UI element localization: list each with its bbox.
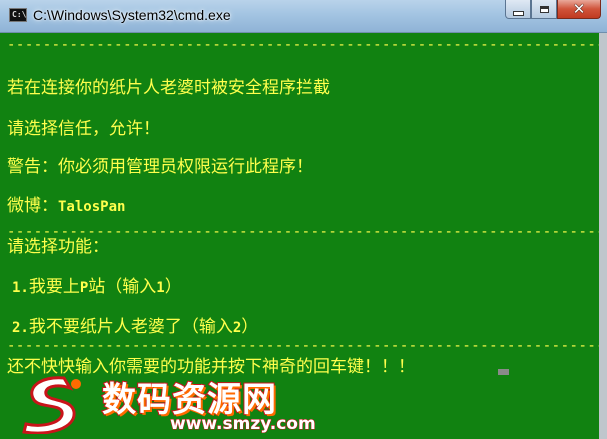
close-button[interactable]: ✕ xyxy=(557,0,601,19)
window-controls: ✕ xyxy=(505,0,601,20)
weibo-handle: TalosPan xyxy=(58,199,126,215)
option-2-close: ） xyxy=(241,317,259,337)
text-cursor xyxy=(498,369,509,375)
title-bar[interactable]: C:\ C:\Windows\System32\cmd.exe ✕ xyxy=(0,0,607,33)
option-1-text: 1.我要上P站（输入1） xyxy=(12,276,182,299)
maximize-icon xyxy=(539,5,549,13)
blocked-warning-text: 若在连接你的纸片人老婆时被安全程序拦截 xyxy=(7,78,330,98)
console-scrollbar[interactable] xyxy=(599,33,607,439)
separator-line: ----------------------------------------… xyxy=(7,338,599,354)
weibo-label: 微博： xyxy=(7,196,58,216)
maximize-button[interactable] xyxy=(531,0,557,19)
minimize-icon xyxy=(512,10,524,16)
choose-function-text: 请选择功能： xyxy=(7,237,109,257)
option-2-number: 2. xyxy=(12,320,29,336)
console-app-icon[interactable]: C:\ xyxy=(9,8,27,22)
option-1-label: 我要上 xyxy=(28,277,80,297)
weibo-line: 微博：TalosPan xyxy=(7,195,125,218)
minimize-button[interactable] xyxy=(505,0,531,19)
option-1-close: ） xyxy=(164,277,182,297)
trust-instruction-text: 请选择信任，允许！ xyxy=(7,119,160,139)
watermark-logo-icon xyxy=(22,376,81,434)
option-2-text: 2.我不要纸片人老婆了（输入2） xyxy=(12,316,258,339)
watermark-url: www.smzy.com xyxy=(170,414,317,435)
admin-warning-text: 警告：你必须用管理员权限运行此程序！ xyxy=(7,157,313,177)
window-title: C:\Windows\System32\cmd.exe xyxy=(33,7,231,23)
option-1-tail: 站（输入 xyxy=(88,277,157,297)
option-1-number: 1. xyxy=(12,280,29,296)
close-icon: ✕ xyxy=(572,0,586,18)
option-1-input: 1 xyxy=(156,280,165,296)
option-2-label: 我不要纸片人老婆了（输入 xyxy=(28,317,233,337)
watermark: 数码资源网 www.smzy.com xyxy=(20,372,420,439)
cmd-window: C:\ C:\Windows\System32\cmd.exe ✕ ------… xyxy=(0,0,607,439)
separator-line: ----------------------------------------… xyxy=(7,37,599,53)
